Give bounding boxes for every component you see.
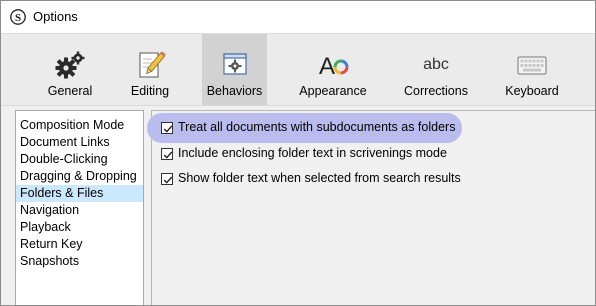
- tab-general-label: General: [47, 84, 93, 98]
- sidebar-item-dragging-dropping[interactable]: Dragging & Dropping: [16, 168, 143, 185]
- tab-corrections-label: Corrections: [404, 84, 468, 98]
- tab-corrections[interactable]: abc Corrections: [399, 34, 473, 106]
- checkbox-checked[interactable]: [161, 173, 173, 185]
- option-label: Include enclosing folder text in scriven…: [178, 146, 447, 160]
- options-window: S Options General Editing Behaviors A Ap…: [0, 0, 596, 306]
- keyboard-icon: [517, 56, 547, 75]
- title-bar: S Options: [1, 1, 595, 33]
- checkmark-icon: [163, 125, 173, 133]
- option-label: Show folder text when selected from sear…: [178, 171, 461, 185]
- svg-text:A: A: [319, 53, 335, 80]
- tab-general[interactable]: General: [41, 34, 99, 106]
- tab-editing[interactable]: Editing: [121, 34, 179, 106]
- sidebar-item-playback[interactable]: Playback: [16, 219, 143, 236]
- sidebar-item-document-links[interactable]: Document Links: [16, 134, 143, 151]
- tab-behaviors-label: Behaviors: [206, 84, 263, 98]
- abc-text-icon: abc: [423, 56, 449, 73]
- sidebar-item-navigation[interactable]: Navigation: [16, 202, 143, 219]
- sidebar-item-composition-mode[interactable]: Composition Mode: [16, 117, 143, 134]
- tab-appearance[interactable]: A Appearance: [294, 34, 372, 106]
- font-color-icon: A: [319, 53, 349, 80]
- sidebar-item-double-clicking[interactable]: Double-Clicking: [16, 151, 143, 168]
- tab-keyboard[interactable]: Keyboard: [501, 34, 563, 106]
- checkbox-checked[interactable]: [161, 122, 173, 134]
- toolbar: General Editing Behaviors A Appearance a…: [1, 33, 595, 106]
- tab-appearance-label: Appearance: [299, 84, 367, 98]
- window-title: Options: [33, 9, 78, 24]
- tab-keyboard-label: Keyboard: [505, 84, 559, 98]
- window-gear-icon: [222, 53, 247, 75]
- scrivener-app-icon: S: [10, 9, 26, 25]
- tab-editing-label: Editing: [130, 84, 170, 98]
- option-label: Treat all documents with subdocuments as…: [178, 120, 456, 134]
- gears-icon: [55, 51, 85, 79]
- sidebar-item-folders-files[interactable]: Folders & Files: [16, 185, 143, 202]
- sidebar-item-return-key[interactable]: Return Key: [16, 236, 143, 253]
- checkbox-checked[interactable]: [161, 148, 173, 160]
- svg-text:S: S: [15, 12, 21, 24]
- pencil-paper-icon: [139, 51, 166, 78]
- sidebar-item-snapshots[interactable]: Snapshots: [16, 253, 143, 270]
- checkmark-icon: [163, 151, 173, 159]
- checkmark-icon: [163, 176, 173, 184]
- tab-behaviors[interactable]: Behaviors: [202, 34, 267, 106]
- category-list: Composition Mode Document Links Double-C…: [15, 110, 144, 305]
